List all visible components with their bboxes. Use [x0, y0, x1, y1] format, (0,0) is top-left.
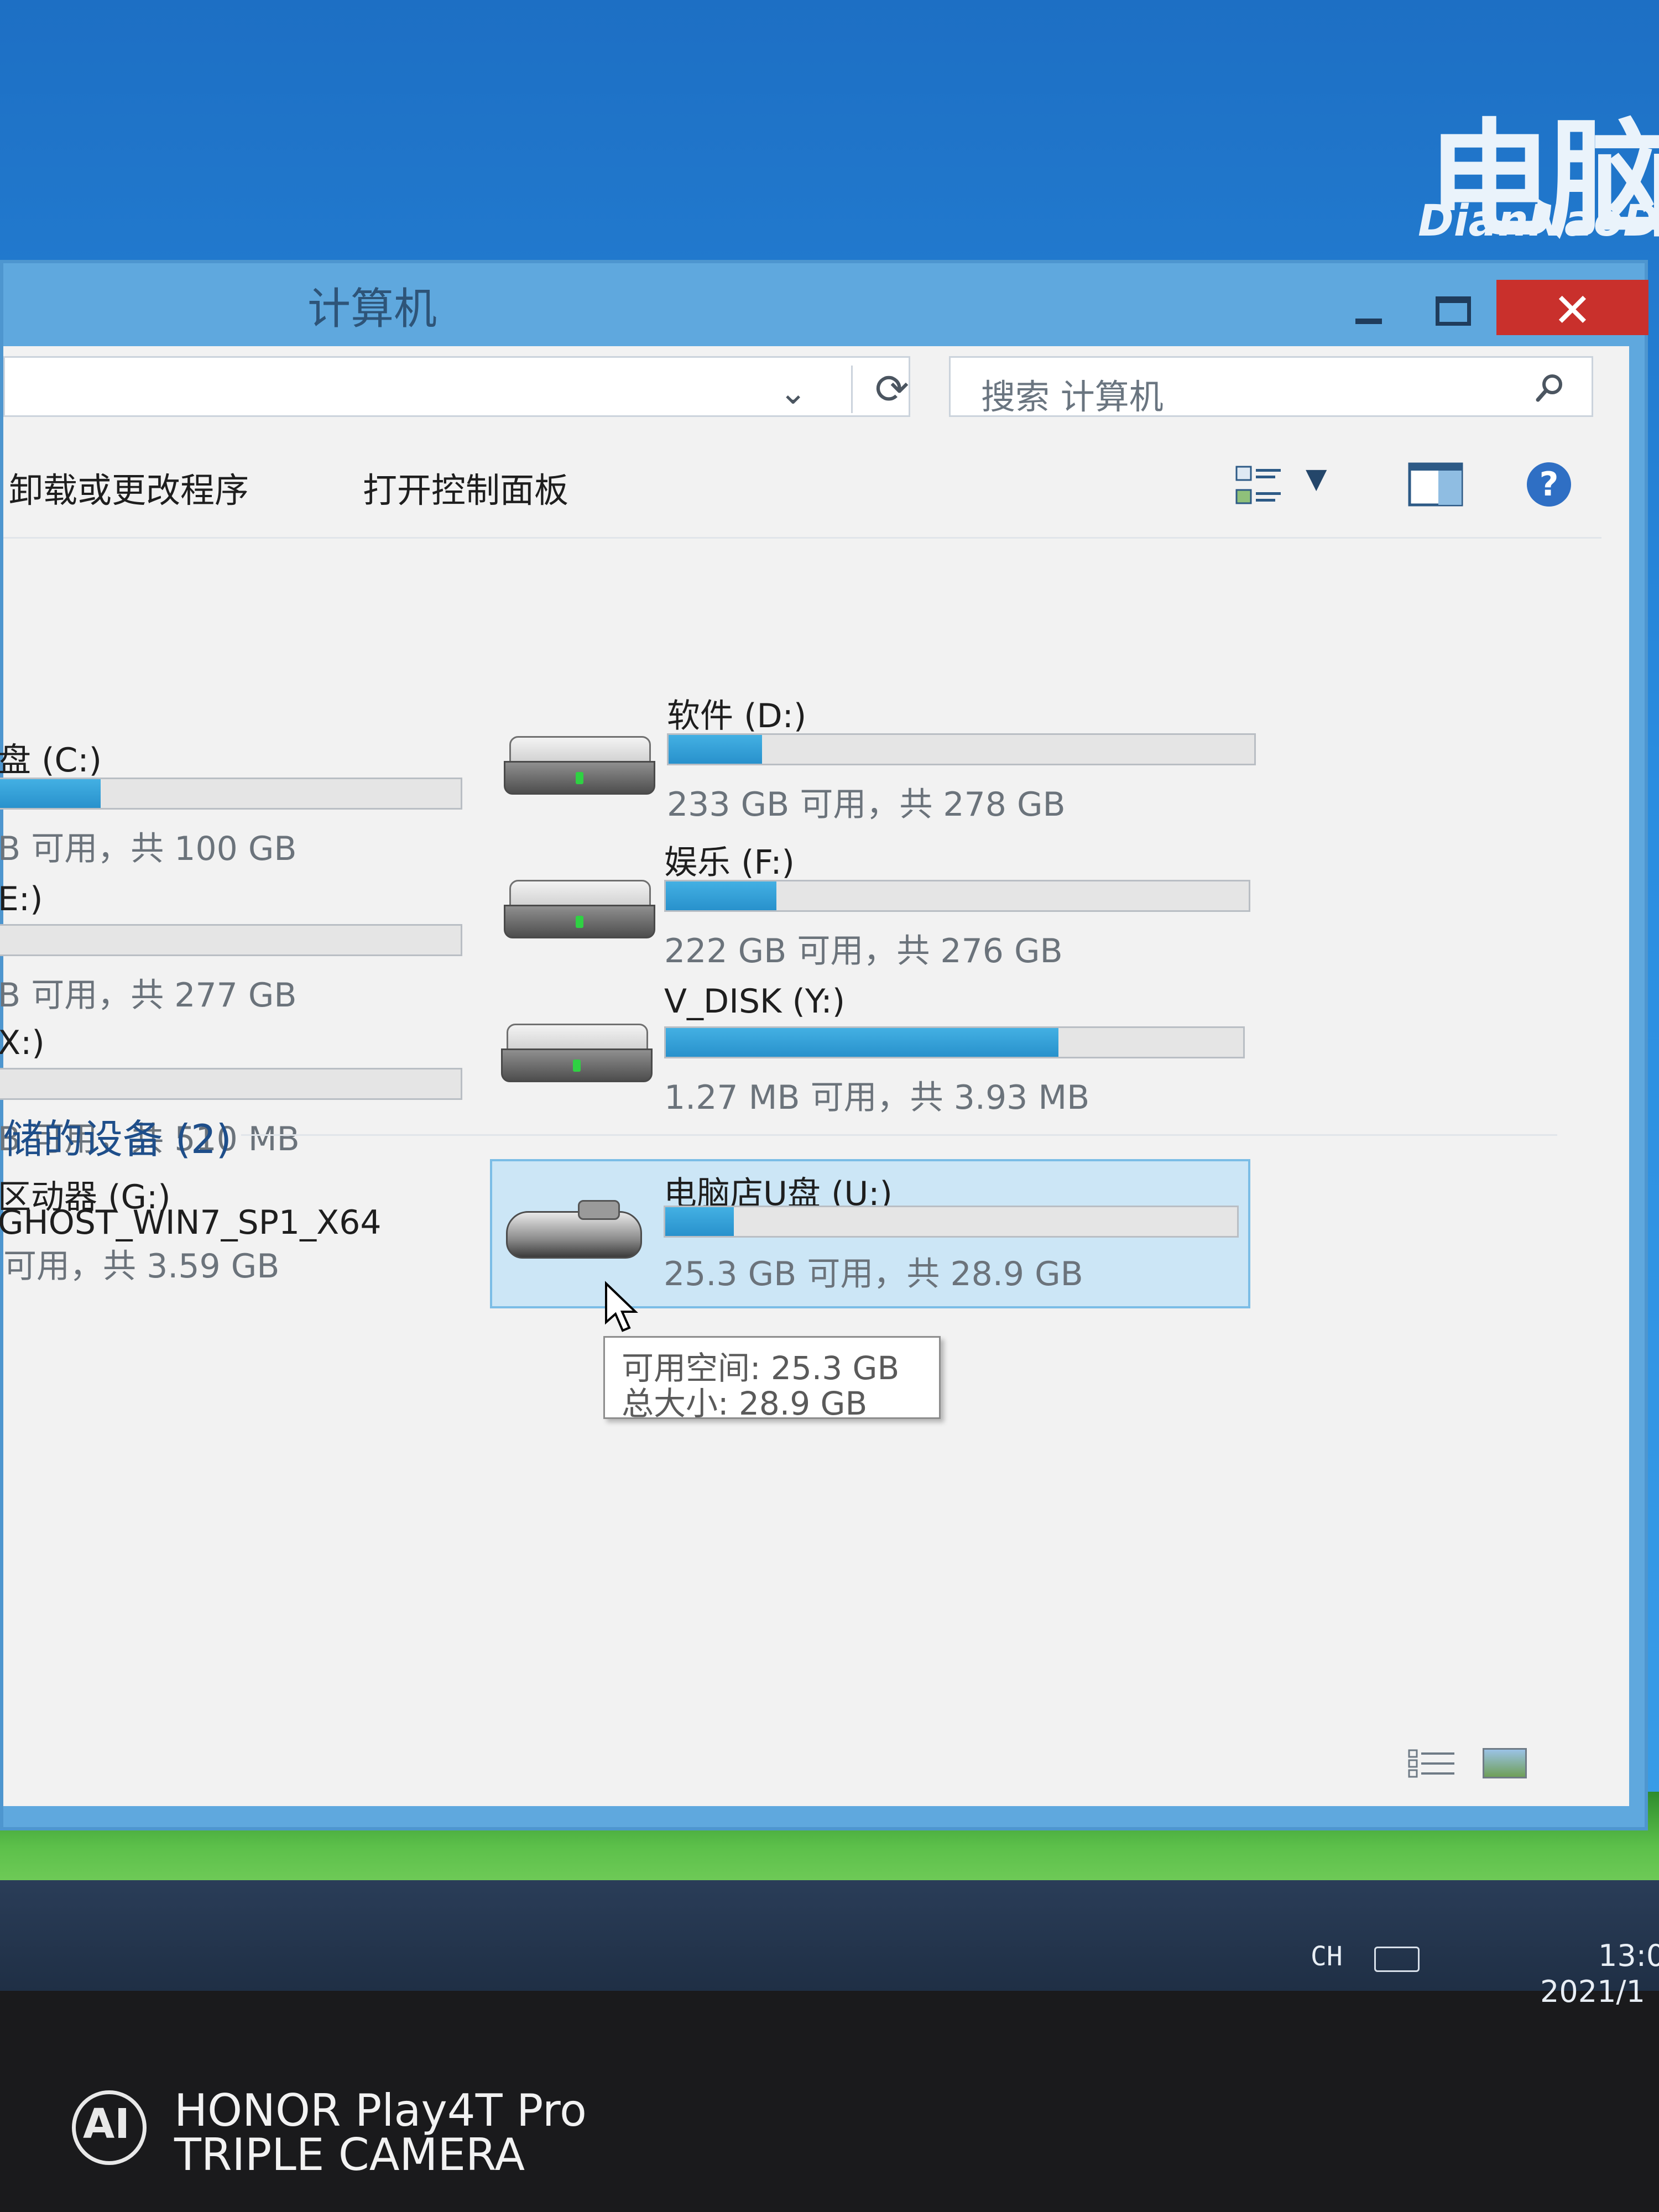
drive-free-space: 25.3 GB 可用，共 28.9 GB: [664, 1255, 1083, 1293]
drive-free-space: 1.27 MB 可用，共 3.93 MB: [664, 1078, 1090, 1117]
drive-usage-bar: [0, 1068, 462, 1100]
close-icon: ✕: [1553, 283, 1592, 337]
details-view-icon[interactable]: [1408, 1748, 1458, 1778]
drive-free-space: 233 GB 可用，共 278 GB: [667, 785, 1066, 824]
large-icons-view-icon[interactable]: [1483, 1748, 1527, 1778]
drive-name: 娱乐 (F:): [664, 843, 795, 882]
drive-free-space: B 可用，共 277 GB: [0, 976, 297, 1015]
search-input[interactable]: 搜索 计算机: [949, 356, 1593, 417]
drive-name: 盘 (C:): [0, 741, 102, 780]
brand-logo: 电脑 DianNaoD: [1405, 77, 1659, 255]
drive-free-space: B 可用，共 100 GB: [0, 830, 297, 868]
drive-free-space: 可用，共 3.59 GB: [3, 1247, 280, 1286]
camera-watermark: AI HONOR Play4T Pro TRIPLE CAMERA: [72, 2085, 625, 2180]
tooltip-total-size: 总大小: 28.9 GB: [622, 1385, 868, 1422]
drive-usage-fill: [665, 1207, 734, 1236]
drive-volume-label: GHOST_WIN7_SP1_X64: [0, 1203, 382, 1242]
drive-item-y[interactable]: V_DISK (Y:) 1.27 MB 可用，共 3.93 MB: [664, 982, 1261, 1117]
taskbar: CH 13:0 2021/1: [0, 1880, 1659, 2009]
drive-usage-fill: [666, 1028, 1058, 1057]
hard-drive-icon: [504, 731, 655, 797]
drive-item-e[interactable]: E:) B 可用，共 277 GB: [0, 880, 468, 1015]
open-control-panel-button[interactable]: 打开控制面板: [363, 462, 568, 512]
minimize-button[interactable]: [1331, 280, 1402, 335]
drive-name: E:): [0, 880, 43, 919]
taskbar-clock-time[interactable]: 13:0: [1598, 1938, 1659, 1973]
address-dropdown-icon[interactable]: ⌄: [779, 373, 807, 412]
hard-drive-icon: [504, 874, 655, 941]
brand-logo-en: DianNaoD: [1418, 196, 1659, 246]
search-icon[interactable]: [1533, 371, 1567, 404]
drive-usage-fill: [666, 881, 777, 910]
search-placeholder: 搜索 计算机: [981, 377, 1164, 417]
explorer-window: 计算机 ✕ ⌄ ⟳ 搜索 计算机 卸载或更改程序 打开控制面板 ▼ ? 盘 (C…: [0, 260, 1648, 1830]
drive-name: V_DISK (Y:): [664, 982, 846, 1021]
divider: [3, 537, 1601, 539]
hard-drive-icon: [501, 1018, 653, 1084]
window-title: 计算机: [307, 284, 437, 334]
drive-usage-fill: [0, 779, 101, 808]
close-button[interactable]: ✕: [1496, 280, 1648, 337]
usb-drive-icon: [506, 1200, 644, 1272]
drive-item-g[interactable]: 区动器 (G:) GHOST_WIN7_SP1_X64 可用，共 3.59 GB: [0, 1170, 468, 1292]
drive-item-c[interactable]: 盘 (C:) B 可用，共 100 GB: [0, 733, 468, 868]
drive-usage-bar: [664, 1206, 1239, 1238]
drive-usage-bar: [664, 1026, 1245, 1058]
input-method-indicator[interactable]: CH: [1311, 1941, 1343, 1972]
command-bar: 卸载或更改程序 打开控制面板 ▼ ?: [3, 429, 1629, 523]
divider: [241, 1134, 1557, 1136]
drive-usage-fill: [669, 735, 763, 764]
keyboard-icon[interactable]: [1374, 1947, 1420, 1972]
mouse-cursor-icon: [605, 1281, 638, 1332]
content-area: ⌄ ⟳ 搜索 计算机 卸载或更改程序 打开控制面板 ▼ ? 盘 (C:) B 可…: [0, 346, 1629, 1806]
uninstall-program-button[interactable]: 卸载或更改程序: [9, 462, 249, 512]
drive-item-f[interactable]: 娱乐 (F:) 222 GB 可用，共 276 GB: [664, 836, 1261, 971]
camera-ai-logo-text: AI: [83, 2100, 130, 2148]
drive-usage-bar: [0, 778, 462, 810]
drive-name: X:): [0, 1024, 45, 1062]
maximize-button[interactable]: [1408, 280, 1491, 335]
drive-usage-bar: [664, 880, 1250, 912]
title-bar[interactable]: 计算机 ✕: [3, 263, 1648, 346]
change-view-icon[interactable]: [1234, 462, 1286, 512]
status-bar-view-buttons: [1408, 1748, 1552, 1781]
drive-usage-bar: [0, 924, 462, 956]
drive-item-u: 电脑店U盘 (U:) 25.3 GB 可用，共 28.9 GB: [664, 1167, 1244, 1300]
help-icon[interactable]: ?: [1527, 462, 1571, 507]
view-dropdown-icon[interactable]: ▼: [1306, 462, 1327, 494]
refresh-icon[interactable]: ⟳: [851, 366, 909, 413]
address-bar[interactable]: ⌄ ⟳: [3, 356, 910, 417]
taskbar-clock-date[interactable]: 2021/1: [1540, 1974, 1645, 2009]
drive-free-space: 222 GB 可用，共 276 GB: [664, 932, 1063, 971]
camera-type-text: TRIPLE CAMERA: [174, 2129, 525, 2180]
drive-tooltip: 可用空间: 25.3 GB 总大小: 28.9 GB: [603, 1336, 941, 1422]
drive-usage-bar: [667, 733, 1256, 765]
removable-section-header[interactable]: 储的设备 (2): [3, 1107, 232, 1165]
drive-item-d[interactable]: 软件 (D:) 233 GB 可用，共 278 GB: [667, 689, 1264, 824]
drive-name: 软件 (D:): [667, 697, 807, 735]
preview-pane-icon[interactable]: [1408, 462, 1463, 507]
